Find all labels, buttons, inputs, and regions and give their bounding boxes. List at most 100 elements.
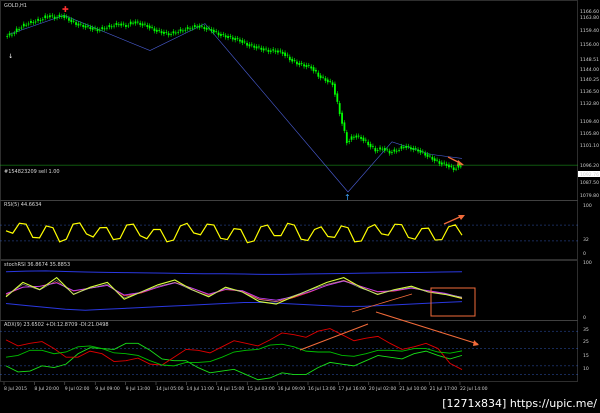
candle-body <box>101 27 104 30</box>
candle-body <box>6 36 9 37</box>
candle-body <box>53 16 56 19</box>
candle-body <box>443 162 446 164</box>
candle-body <box>362 137 365 141</box>
price-tick-label: 1087.50 <box>580 180 599 186</box>
candle-body <box>383 148 386 151</box>
candle-body <box>431 157 434 160</box>
candle-body <box>63 15 66 18</box>
candle-body <box>177 31 180 33</box>
candle-body <box>360 136 362 139</box>
candle-body <box>324 78 327 81</box>
rsi-annotation-arrow <box>443 215 463 225</box>
candle-body <box>179 29 182 32</box>
candle-body <box>291 58 294 62</box>
candle-body <box>343 122 346 131</box>
candle-body <box>32 22 35 24</box>
candle-body <box>56 17 58 19</box>
candle-body <box>391 152 393 153</box>
candle-body <box>127 25 130 27</box>
candle-body <box>220 33 222 36</box>
stoch-label: stochRSI 36.8674 35.8853 <box>4 262 70 268</box>
adx-pane[interactable]: ADX(9) 23.6502 +DI:12.8709 -DI:21.0498 <box>0 311 578 381</box>
order-label: #154823209 sell 1.00 <box>4 169 60 175</box>
rsi-pane[interactable]: RSI(5) 44.6634 <box>0 202 578 244</box>
buy-arrow-icon: ↑ <box>344 193 351 202</box>
candle-body <box>402 147 405 149</box>
candle-body <box>208 27 210 29</box>
candle-body <box>182 30 184 32</box>
candle-body <box>429 155 431 157</box>
candle-body <box>445 163 448 166</box>
time-tick-label: 8 Jul 2015 <box>4 386 27 392</box>
price-pane[interactable]: ✚ ↑ ↓ GOLD,H1 #154823209 sell 1.00 <box>0 3 578 202</box>
candle-body <box>79 23 82 25</box>
candle-body <box>25 24 28 26</box>
candle-body <box>82 24 85 27</box>
candle-body <box>215 31 218 33</box>
candle-body <box>148 25 151 29</box>
candle-body <box>70 19 73 23</box>
candle-body <box>312 67 315 72</box>
time-tick-label: 14 Jul 15:00 <box>217 386 245 392</box>
rsi-tick-label: 0 <box>583 251 586 257</box>
candle-body <box>357 135 360 137</box>
candle-body <box>113 25 115 27</box>
candle-body <box>400 146 403 149</box>
candle-body <box>355 135 358 138</box>
candle-body <box>243 41 246 43</box>
candle-body <box>379 147 381 150</box>
candle-body <box>436 159 438 161</box>
price-tick-label: 1101.10 <box>580 143 599 149</box>
candle-body <box>193 25 196 28</box>
candle-body <box>39 20 42 21</box>
candle-body <box>448 164 450 168</box>
candle-body <box>122 23 125 25</box>
candle-body <box>419 150 422 153</box>
candle-body <box>267 49 270 52</box>
candle-body <box>395 150 398 152</box>
candle-body <box>77 23 80 26</box>
time-tick-label: 17 Jul 16:00 <box>338 386 366 392</box>
candle-body <box>407 146 410 147</box>
rsi-line <box>5 222 463 244</box>
candle-body <box>262 48 265 51</box>
candle-body <box>353 136 355 138</box>
candle-body <box>440 162 443 165</box>
candle-body <box>329 80 332 82</box>
time-tick-label: 16 Jul 09:00 <box>278 386 306 392</box>
zigzag-line <box>9 14 463 193</box>
candle-body <box>132 22 134 24</box>
candle-body <box>146 24 149 27</box>
price-tick-label: 1148.51 <box>580 57 599 63</box>
candle-body <box>115 23 118 25</box>
candle-body <box>241 40 244 43</box>
candle-body <box>186 27 189 30</box>
candle-body <box>170 33 172 35</box>
candle-body <box>75 22 77 25</box>
candle-body <box>160 31 163 34</box>
candle-body <box>246 42 248 46</box>
candle-body <box>414 148 417 149</box>
candle-body <box>41 19 44 21</box>
candle-body <box>260 47 263 50</box>
candle-body <box>87 25 89 27</box>
candle-body <box>163 31 165 34</box>
candle-body <box>300 63 303 64</box>
price-tick-label: 1156.00 <box>580 42 599 48</box>
candle-body <box>34 21 37 23</box>
candle-body <box>315 69 317 72</box>
candle-body <box>381 148 384 150</box>
candle-body <box>15 28 18 32</box>
candle-body <box>227 36 229 38</box>
stoch-upper-band <box>5 270 463 275</box>
candle-body <box>319 75 322 79</box>
price-pane-label: GOLD,H1 <box>4 3 27 9</box>
time-tick-label: 15 Jul 03:00 <box>247 386 275 392</box>
time-tick-label: 21 Jul 17:00 <box>430 386 458 392</box>
stoch-pane[interactable]: stochRSI 36.8674 35.8853 <box>4 262 476 317</box>
candles <box>6 12 462 173</box>
trading-chart[interactable]: ✚ ↑ ↓ GOLD,H1 #154823209 sell 1.00 RSI(5) … <box>0 0 600 413</box>
candle-body <box>279 50 282 52</box>
candle-body <box>367 141 370 146</box>
candle-body <box>350 136 353 140</box>
